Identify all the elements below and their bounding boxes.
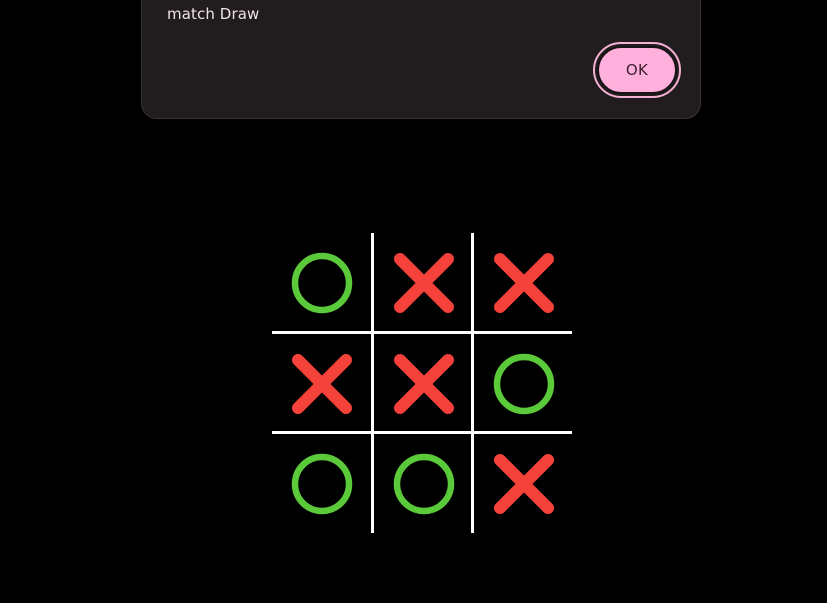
board-cell-9[interactable] bbox=[474, 434, 574, 534]
board-cell-7[interactable] bbox=[272, 434, 372, 534]
board-cell-4[interactable] bbox=[272, 334, 372, 434]
o-mark-icon bbox=[393, 453, 455, 515]
x-mark-icon bbox=[394, 253, 454, 313]
board-cell-1[interactable] bbox=[272, 233, 372, 333]
dialog-message: match Draw bbox=[167, 5, 260, 23]
board-cell-8[interactable] bbox=[374, 434, 474, 534]
game-screen: match Draw OK bbox=[0, 0, 827, 603]
o-mark-icon bbox=[291, 252, 353, 314]
board-cell-6[interactable] bbox=[474, 334, 574, 434]
o-mark-icon bbox=[291, 453, 353, 515]
board-cell-5[interactable] bbox=[374, 334, 474, 434]
result-dialog: match Draw OK bbox=[141, 0, 701, 119]
x-mark-icon bbox=[292, 354, 352, 414]
ok-button-label: OK bbox=[597, 46, 677, 94]
x-mark-icon bbox=[394, 354, 454, 414]
ok-button[interactable]: OK bbox=[593, 42, 681, 98]
x-mark-icon bbox=[494, 253, 554, 313]
game-board bbox=[272, 233, 572, 533]
o-mark-icon bbox=[493, 353, 555, 415]
board-cell-3[interactable] bbox=[474, 233, 574, 333]
board-cell-2[interactable] bbox=[374, 233, 474, 333]
x-mark-icon bbox=[494, 454, 554, 514]
